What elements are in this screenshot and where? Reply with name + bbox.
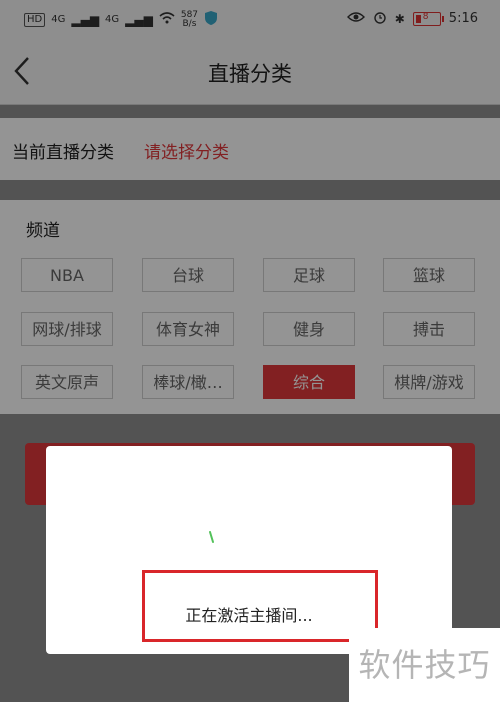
watermark: 软件技巧 — [349, 628, 500, 702]
loading-spinner-icon — [209, 531, 214, 543]
loading-dialog: 正在激活主播间... — [46, 446, 452, 654]
annotation-highlight-box — [142, 570, 378, 642]
